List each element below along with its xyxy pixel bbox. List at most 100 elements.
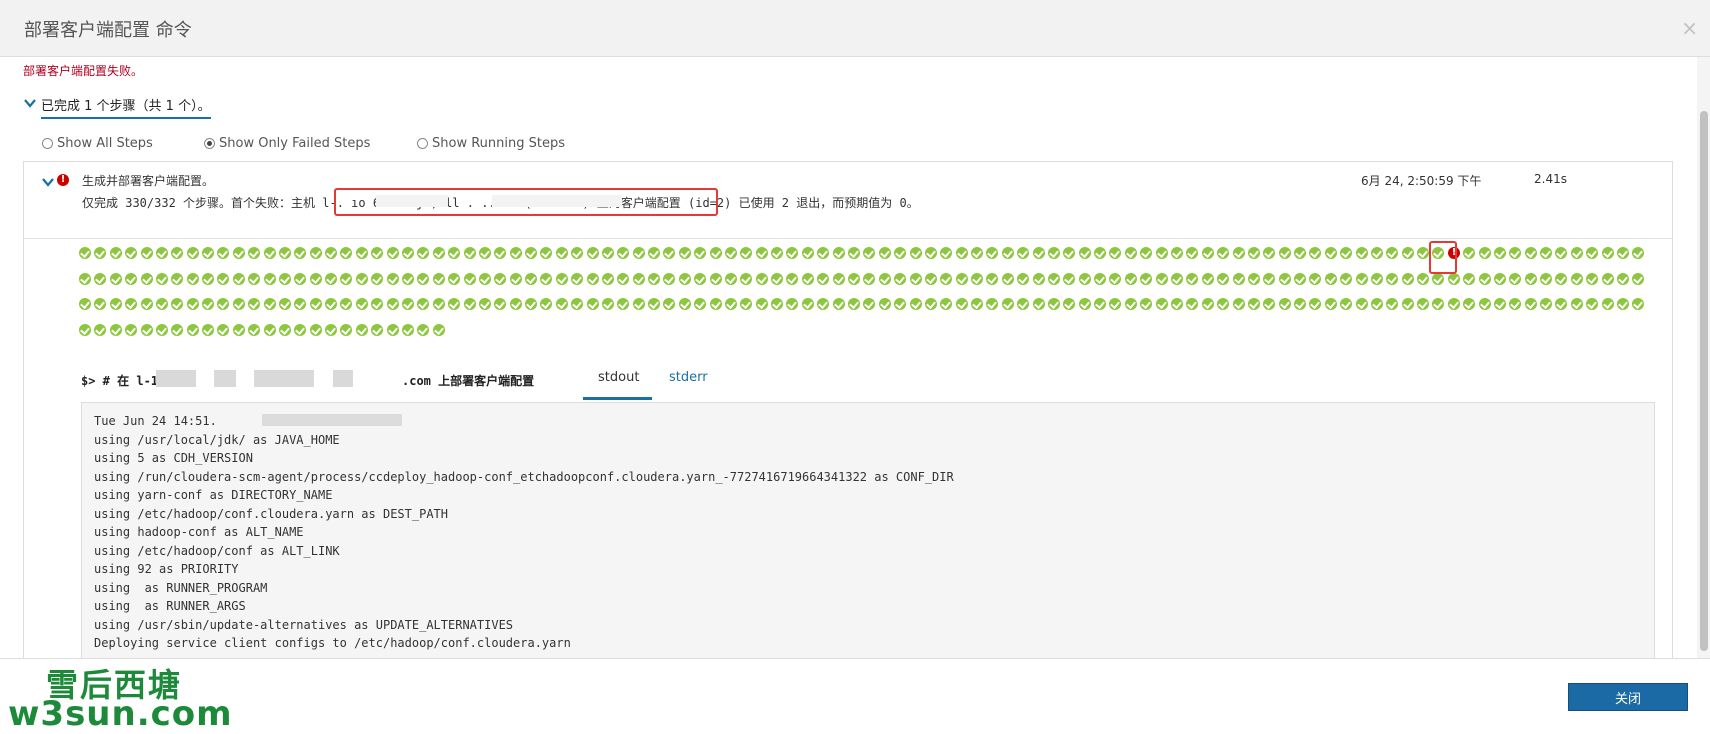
- step-success-icon[interactable]: [940, 298, 952, 310]
- step-success-icon[interactable]: [1063, 247, 1075, 259]
- stdout-output[interactable]: Tue Jun 24 14:51. using /usr/local/jdk/ a…: [81, 402, 1655, 658]
- step-success-icon[interactable]: [340, 298, 352, 310]
- step-success-icon[interactable]: [1140, 273, 1152, 285]
- step-success-icon[interactable]: [540, 247, 552, 259]
- step-success-icon[interactable]: [202, 298, 214, 310]
- step-success-icon[interactable]: [710, 273, 722, 285]
- step-success-icon[interactable]: [848, 247, 860, 259]
- step-success-icon[interactable]: [171, 273, 183, 285]
- step-success-icon[interactable]: [264, 324, 276, 336]
- step-success-icon[interactable]: [417, 273, 429, 285]
- step-success-icon[interactable]: [525, 298, 537, 310]
- step-success-icon[interactable]: [217, 273, 229, 285]
- step-success-icon[interactable]: [217, 247, 229, 259]
- step-success-icon[interactable]: [217, 324, 229, 336]
- step-success-icon[interactable]: [110, 298, 122, 310]
- step-success-icon[interactable]: [94, 273, 106, 285]
- step-success-icon[interactable]: [679, 298, 691, 310]
- chevron-down-icon[interactable]: [42, 176, 54, 188]
- step-success-icon[interactable]: [233, 247, 245, 259]
- step-success-icon[interactable]: [1294, 298, 1306, 310]
- step-success-icon[interactable]: [79, 298, 91, 310]
- step-success-icon[interactable]: [448, 247, 460, 259]
- step-success-icon[interactable]: [1448, 298, 1460, 310]
- step-success-icon[interactable]: [1263, 247, 1275, 259]
- step-success-icon[interactable]: [125, 273, 137, 285]
- step-success-icon[interactable]: [1479, 247, 1491, 259]
- step-success-icon[interactable]: [1202, 247, 1214, 259]
- step-success-icon[interactable]: [171, 247, 183, 259]
- step-success-icon[interactable]: [1202, 298, 1214, 310]
- radio-icon[interactable]: [417, 138, 428, 149]
- step-success-icon[interactable]: [525, 273, 537, 285]
- scrollbar[interactable]: [1697, 57, 1710, 658]
- step-success-icon[interactable]: [202, 273, 214, 285]
- step-success-icon[interactable]: [1586, 247, 1598, 259]
- step-success-icon[interactable]: [479, 298, 491, 310]
- step-success-icon[interactable]: [1263, 298, 1275, 310]
- step-success-icon[interactable]: [1094, 247, 1106, 259]
- step-success-icon[interactable]: [1033, 298, 1045, 310]
- step-success-icon[interactable]: [1356, 273, 1368, 285]
- step-success-icon[interactable]: [1033, 273, 1045, 285]
- step-success-icon[interactable]: [1217, 273, 1229, 285]
- step-success-icon[interactable]: [848, 273, 860, 285]
- filter-show-failed[interactable]: Show Only Failed Steps: [204, 136, 370, 151]
- step-success-icon[interactable]: [986, 273, 998, 285]
- step-success-icon[interactable]: [464, 247, 476, 259]
- scrollbar-thumb[interactable]: [1700, 111, 1708, 651]
- step-success-icon[interactable]: [356, 273, 368, 285]
- step-success-icon[interactable]: [325, 298, 337, 310]
- step-success-icon[interactable]: [1079, 298, 1091, 310]
- step-success-icon[interactable]: [971, 273, 983, 285]
- step-success-icon[interactable]: [1509, 273, 1521, 285]
- step-success-icon[interactable]: [340, 273, 352, 285]
- step-success-icon[interactable]: [1417, 298, 1429, 310]
- step-success-icon[interactable]: [571, 273, 583, 285]
- step-success-icon[interactable]: [494, 298, 506, 310]
- step-success-icon[interactable]: [387, 298, 399, 310]
- step-success-icon[interactable]: [248, 273, 260, 285]
- step-success-icon[interactable]: [402, 324, 414, 336]
- step-success-icon[interactable]: [1248, 273, 1260, 285]
- step-success-icon[interactable]: [786, 298, 798, 310]
- step-success-icon[interactable]: [94, 298, 106, 310]
- step-success-icon[interactable]: [648, 247, 660, 259]
- step-success-icon[interactable]: [279, 298, 291, 310]
- step-success-icon[interactable]: [264, 298, 276, 310]
- step-success-icon[interactable]: [1402, 298, 1414, 310]
- step-success-icon[interactable]: [740, 273, 752, 285]
- step-success-icon[interactable]: [648, 298, 660, 310]
- step-success-icon[interactable]: [1217, 247, 1229, 259]
- step-success-icon[interactable]: [248, 324, 260, 336]
- step-success-icon[interactable]: [725, 273, 737, 285]
- step-success-icon[interactable]: [1417, 273, 1429, 285]
- step-success-icon[interactable]: [1125, 298, 1137, 310]
- step-success-icon[interactable]: [1279, 298, 1291, 310]
- step-success-icon[interactable]: [679, 273, 691, 285]
- step-success-icon[interactable]: [233, 298, 245, 310]
- step-success-icon[interactable]: [1540, 273, 1552, 285]
- step-success-icon[interactable]: [633, 247, 645, 259]
- step-success-icon[interactable]: [1186, 273, 1198, 285]
- step-success-icon[interactable]: [202, 324, 214, 336]
- step-success-icon[interactable]: [1325, 247, 1337, 259]
- step-success-icon[interactable]: [1017, 247, 1029, 259]
- step-success-icon[interactable]: [187, 324, 199, 336]
- step-success-icon[interactable]: [202, 247, 214, 259]
- step-success-icon[interactable]: [925, 298, 937, 310]
- step-success-icon[interactable]: [433, 247, 445, 259]
- step-success-icon[interactable]: [79, 324, 91, 336]
- step-success-icon[interactable]: [1371, 247, 1383, 259]
- step-success-icon[interactable]: [602, 247, 614, 259]
- step-success-icon[interactable]: [756, 273, 768, 285]
- tab-stdout[interactable]: stdout: [598, 370, 639, 385]
- step-success-icon[interactable]: [1617, 298, 1629, 310]
- step-success-icon[interactable]: [663, 273, 675, 285]
- step-success-icon[interactable]: [171, 298, 183, 310]
- step-success-icon[interactable]: [233, 273, 245, 285]
- step-success-icon[interactable]: [248, 298, 260, 310]
- step-success-icon[interactable]: [1463, 273, 1475, 285]
- step-success-icon[interactable]: [1602, 247, 1614, 259]
- step-success-icon[interactable]: [910, 298, 922, 310]
